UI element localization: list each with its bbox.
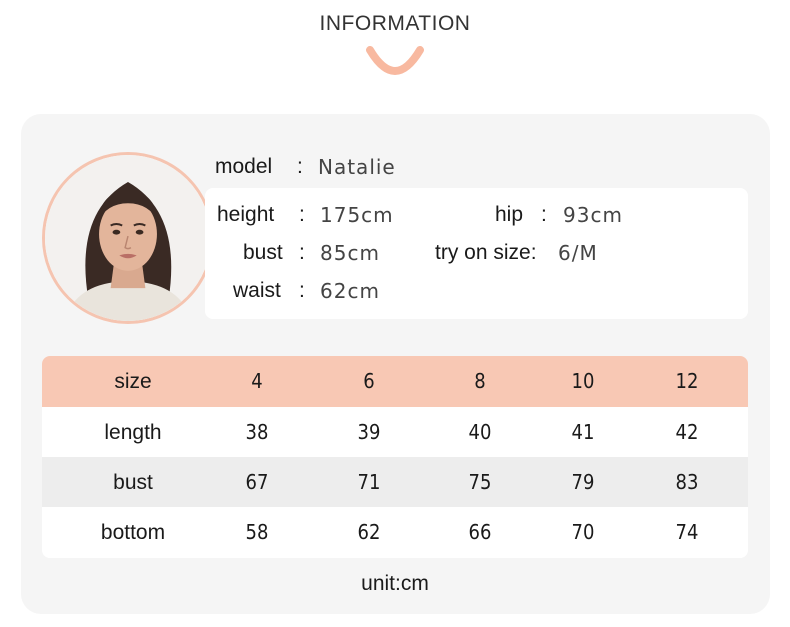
colon: : bbox=[541, 203, 547, 226]
row-label-cell: length bbox=[104, 421, 162, 444]
table-header-row: size 4 6 8 10 12 bbox=[42, 356, 748, 407]
table-cell: 70 bbox=[571, 520, 595, 544]
table-cell: 83 bbox=[675, 470, 699, 494]
table-cell: 75 bbox=[468, 470, 492, 494]
table-cell: 42 bbox=[675, 420, 699, 444]
bust-value: 85cm bbox=[320, 241, 380, 265]
table-cell: 39 bbox=[357, 420, 381, 444]
hip-value: 93cm bbox=[563, 203, 623, 227]
table-cell: 74 bbox=[675, 520, 699, 544]
section-heading: INFORMATION bbox=[319, 12, 471, 35]
table-cell: 67 bbox=[245, 470, 269, 494]
table-row: bottom 58 62 66 70 74 bbox=[42, 507, 748, 558]
smile-decoration-icon bbox=[366, 46, 424, 75]
hip-label: hip bbox=[495, 203, 524, 226]
height-label: height bbox=[217, 203, 275, 226]
colon: : bbox=[299, 279, 305, 302]
table-row: length 38 39 40 41 42 bbox=[42, 407, 748, 458]
table-header-cell: 10 bbox=[571, 369, 595, 393]
table-row: bust 67 71 75 79 83 bbox=[42, 457, 748, 508]
try-on-size-value: 6/M bbox=[558, 241, 598, 265]
table-header-cell: 6 bbox=[363, 369, 375, 393]
colon: : bbox=[299, 203, 305, 226]
table-cell: 66 bbox=[468, 520, 492, 544]
bust-label: bust bbox=[243, 241, 283, 264]
colon: : bbox=[297, 155, 303, 178]
height-value: 175cm bbox=[320, 203, 394, 227]
row-label-cell: bottom bbox=[100, 521, 166, 544]
waist-label: waist bbox=[233, 279, 281, 302]
size-chart-table: size 4 6 8 10 12 length 38 39 40 41 42 b… bbox=[42, 356, 748, 558]
table-cell: 71 bbox=[357, 470, 381, 494]
table-cell: 58 bbox=[245, 520, 269, 544]
model-avatar bbox=[42, 152, 214, 324]
unit-note: unit:cm bbox=[361, 572, 429, 595]
table-cell: 38 bbox=[245, 420, 269, 444]
table-cell: 79 bbox=[571, 470, 595, 494]
row-label-cell: bust bbox=[113, 471, 153, 494]
table-header-cell: size bbox=[114, 370, 152, 393]
colon: : bbox=[299, 241, 305, 264]
try-on-size-label: try on size: bbox=[435, 241, 537, 264]
table-cell: 41 bbox=[571, 420, 595, 444]
model-label: model bbox=[215, 155, 273, 178]
table-header-cell: 12 bbox=[675, 369, 699, 393]
model-name-value: Natalie bbox=[318, 155, 396, 179]
table-header-cell: 8 bbox=[474, 369, 486, 393]
waist-value: 62cm bbox=[320, 279, 380, 303]
table-header-cell: 4 bbox=[251, 369, 263, 393]
table-cell: 40 bbox=[468, 420, 492, 444]
table-cell: 62 bbox=[357, 520, 381, 544]
